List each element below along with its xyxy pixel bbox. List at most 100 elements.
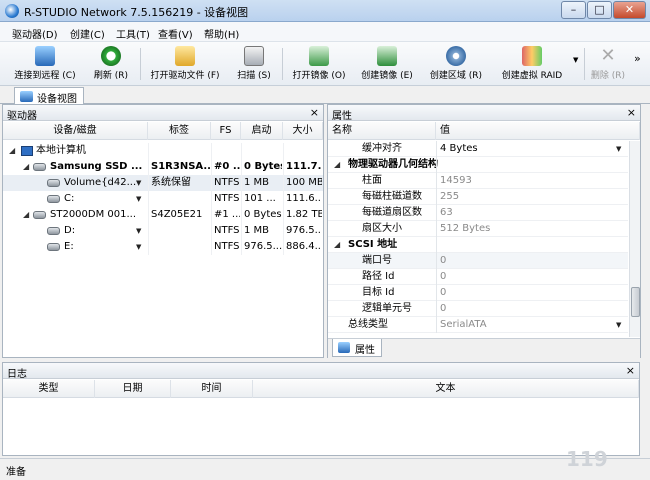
property-name: 每磁道扇区数 [362,207,422,218]
menu-help[interactable]: 帮助(H) [204,26,239,41]
property-value[interactable]: 0 [440,301,610,317]
properties-scrollbar-thumb[interactable] [631,287,640,317]
properties-grid: 缓冲对齐 4 Bytes ▼ ◢ 物理驱动器几何结构 柱面 14593 每磁柱磁道数 255 每磁… [328,141,628,337]
column-device-disk[interactable]: 设备/磁盘 [3,122,148,140]
property-group[interactable]: ◢ SCSI 地址 [328,237,628,253]
property-row[interactable]: 每磁柱磁道数 255 [328,189,628,205]
property-row[interactable]: 扇区大小 512 Bytes [328,221,628,237]
value-dropdown-arrow-icon[interactable]: ▼ [616,321,621,329]
property-value[interactable]: SerialATA [440,317,610,333]
property-value[interactable]: 0 [440,269,610,285]
drive-row[interactable]: ◢ 本地计算机 [3,143,323,159]
drive-row[interactable]: ◢ ST2000DM 001... S4Z05E21 #1 ... 0 Bytes 1.8… [3,207,323,223]
property-row[interactable]: 目标 Id 0 [328,285,628,301]
tree-expander-icon[interactable]: ◢ [23,162,29,171]
drive-row[interactable]: ◢ Samsung SSD ... S1R3NSA... #0 ... 0 Bytes 1… [3,159,323,175]
property-value[interactable]: 0 [440,285,610,301]
refresh-label: 刷新 (R) [93,71,129,81]
status-text: 准备 [6,467,26,478]
property-value[interactable]: 63 [440,205,610,221]
column-label[interactable]: 标签 [148,122,211,140]
toolbar-overflow-button[interactable]: » [634,52,641,65]
property-row[interactable]: 每磁道扇区数 63 [328,205,628,221]
column-date[interactable]: 日期 [95,380,171,398]
create-region-button[interactable]: 创建区域 (R) [424,44,488,84]
tree-expander-icon[interactable]: ◢ [9,146,15,155]
property-row[interactable]: 总线类型 SerialATA ▼ [328,317,628,333]
delete-label: 删除 (R) [590,71,626,81]
menu-drive[interactable]: 驱动器(D) [12,26,58,41]
create-image-label: 创建镜像 (E) [361,71,413,81]
tab-properties[interactable]: 属性 [332,339,382,357]
refresh-button[interactable]: 刷新 (R) [88,44,134,84]
properties-panel-close-button[interactable]: × [627,106,636,119]
drive-fs: #0 ... [214,161,240,172]
property-row[interactable]: 柱面 14593 [328,173,628,189]
property-row[interactable]: 逻辑单元号 0 [328,301,628,317]
drive-row[interactable]: Volume{d42... ▼ 系统保留 NTFS 1 MB 100 MB [3,175,323,191]
row-dropdown-arrow-icon[interactable]: ▼ [136,243,141,251]
window-title: R-STUDIO Network 7.5.156219 - 设备视图 [24,6,249,19]
property-row[interactable]: 端口号 0 [328,253,628,269]
menu-create[interactable]: 创建(C) [70,26,105,41]
maximize-button[interactable]: □ [587,1,612,19]
column-size[interactable]: 大小 [283,122,323,140]
minimize-button[interactable]: – [561,1,586,19]
column-time[interactable]: 时间 [171,380,253,398]
open-image-label: 打开镜像 (O) [292,71,346,81]
close-window-button[interactable]: ✕ [613,1,646,19]
property-value[interactable]: 0 [440,253,610,269]
property-row[interactable]: 缓冲对齐 4 Bytes ▼ [328,141,628,157]
open-drive-file-button[interactable]: 打开驱动文件 (F) [146,44,224,84]
drive-row[interactable]: D: ▼ NTFS 1 MB 976.5... [3,223,323,239]
property-value[interactable]: 14593 [440,173,610,189]
open-image-button[interactable]: 打开镜像 (O) [288,44,350,84]
app-logo-icon [5,4,19,18]
value-dropdown-arrow-icon[interactable]: ▼ [616,145,621,153]
row-dropdown-arrow-icon[interactable]: ▼ [136,179,141,187]
connect-remote-icon [35,46,55,66]
toolbar-separator [584,48,585,80]
menu-view[interactable]: 查看(V) [158,26,193,41]
drive-label: S4Z05E21 [151,209,203,220]
delete-icon: ✕ [600,45,616,66]
property-group-name: SCSI 地址 [348,239,398,250]
log-panel-close-button[interactable]: × [626,364,635,377]
create-region-label: 创建区域 (R) [429,71,483,81]
drive-row[interactable]: E: ▼ NTFS 976.5... 886.4... [3,239,323,255]
row-dropdown-arrow-icon[interactable]: ▼ [136,195,141,203]
property-value[interactable]: 255 [440,189,610,205]
row-dropdown-arrow-icon[interactable]: ▼ [136,227,141,235]
connect-remote-button[interactable]: 连接到远程 (C) [10,44,80,84]
create-virtual-raid-button[interactable]: 创建虚拟 RAID [494,44,570,84]
drive-row[interactable]: C: ▼ NTFS 101 ... 111.6... [3,191,323,207]
property-value[interactable]: 512 Bytes [440,221,610,237]
group-expander-icon[interactable]: ◢ [334,160,340,169]
column-value[interactable]: 值 [436,122,640,140]
property-row[interactable]: 路径 Id 0 [328,269,628,285]
column-fs[interactable]: FS [211,122,241,140]
raid-dropdown-arrow-icon[interactable]: ▼ [573,56,578,64]
column-type[interactable]: 类型 [3,380,95,398]
title-bar[interactable]: R-STUDIO Network 7.5.156219 - 设备视图 – □ ✕ [0,0,650,22]
log-panel-header: 日志 × [3,363,639,380]
property-group[interactable]: ◢ 物理驱动器几何结构 [328,157,628,173]
column-name[interactable]: 名称 [328,122,436,140]
tab-device-view[interactable]: 设备视图 [14,87,84,105]
drive-label [151,223,210,239]
open-image-icon [309,46,329,66]
scan-button[interactable]: 扫描 (S) [232,44,276,84]
property-name: 逻辑单元号 [362,303,412,314]
group-expander-icon[interactable]: ◢ [334,240,340,249]
tree-expander-icon[interactable]: ◢ [23,210,29,219]
menu-tools[interactable]: 工具(T) [116,26,150,41]
create-image-button[interactable]: 创建镜像 (E) [356,44,418,84]
drives-panel-close-button[interactable]: × [310,106,319,119]
properties-scrollbar[interactable] [629,141,640,337]
drive-label: 系统保留 [151,177,191,188]
property-value[interactable]: 4 Bytes [440,141,610,157]
column-text[interactable]: 文本 [253,380,639,398]
drive-name: Volume{d42... [64,177,137,188]
column-start[interactable]: 启动 [241,122,283,140]
delete-button[interactable]: ✕ 删除 (R) [588,44,628,84]
